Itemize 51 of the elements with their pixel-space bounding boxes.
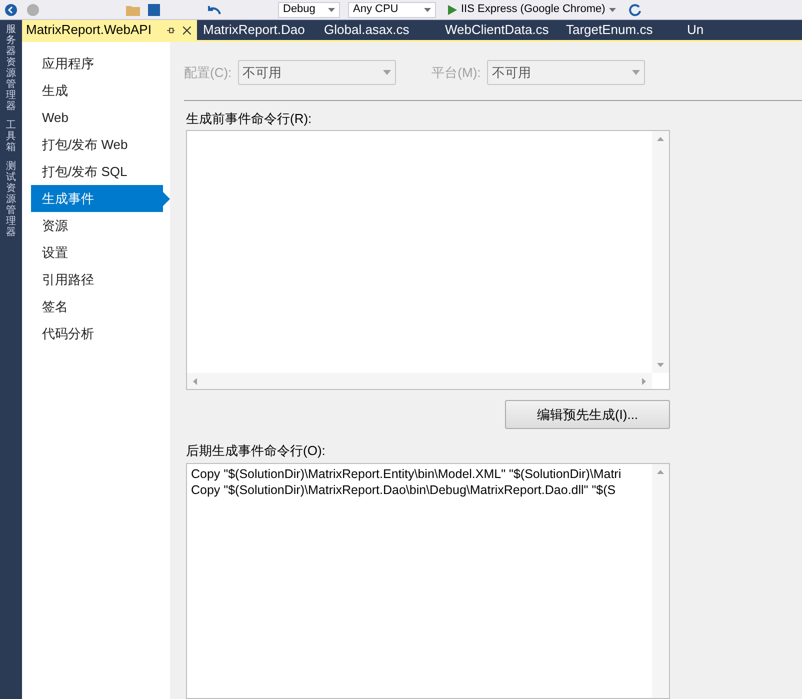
nav-item[interactable]: 打包/发布 Web — [31, 131, 163, 158]
field-label: 配置(C): — [184, 64, 232, 82]
nav-item[interactable]: 生成事件 — [31, 185, 163, 212]
document-tab[interactable]: WebClientData.cs — [439, 20, 560, 40]
forward-icon[interactable] — [26, 2, 40, 16]
save-icon[interactable] — [148, 4, 160, 16]
nav-item[interactable]: 生成 — [31, 77, 163, 104]
folder-icon[interactable] — [126, 4, 140, 16]
nav-item[interactable]: 打包/发布 SQL — [31, 158, 163, 185]
document-tab[interactable]: Global.asax.cs — [318, 20, 439, 40]
edit-prebuild-button[interactable]: 编辑预先生成(I)... — [505, 400, 670, 430]
side-panel-tab[interactable]: 测试资源管理器 — [6, 161, 16, 238]
scroll-left-icon[interactable] — [193, 378, 197, 385]
scroll-down-icon[interactable] — [657, 363, 664, 368]
nav-item[interactable]: 设置 — [31, 239, 163, 266]
caret-icon — [632, 70, 640, 76]
caret-icon — [328, 8, 335, 12]
side-panel-tab[interactable]: 工具箱 — [6, 120, 16, 153]
nav-item[interactable]: 引用路径 — [31, 266, 163, 293]
play-icon — [448, 4, 457, 14]
selection-arrow-icon — [163, 192, 170, 206]
document-tab[interactable]: Un — [681, 20, 802, 40]
field-label: 生成前事件命令行(R): — [186, 110, 313, 128]
scroll-up-icon[interactable] — [657, 470, 664, 474]
caret-icon — [382, 70, 391, 76]
nav-item[interactable]: 代码分析 — [31, 320, 163, 347]
nav-item[interactable]: 应用程序 — [31, 50, 163, 77]
command-textarea[interactable]: Copy "$(SolutionDir)\MatrixReport.Entity\bin\Model.XML" "$(SolutionDir)\Matri Copy "$(SolutionDir)\MatrixReport.Dao\bin\Debug\MatrixReport.Dao.dll" "$(S — [186, 462, 670, 699]
nav-item[interactable]: 签名 — [31, 293, 163, 320]
close-icon[interactable] — [183, 26, 191, 34]
nav-item[interactable]: Web — [31, 104, 163, 131]
document-tab[interactable]: MatrixReport.WebAPI — [22, 20, 197, 40]
platform-dropdown[interactable]: Any CPU — [348, 2, 436, 18]
field-label: 后期生成事件命令行(O): — [186, 442, 326, 460]
undo-icon[interactable] — [206, 4, 222, 16]
document-tab[interactable]: MatrixReport.Dao — [197, 20, 318, 40]
field-label: 平台(M): — [432, 64, 481, 82]
caret-icon — [424, 8, 431, 12]
run-button[interactable]: IIS Express (Google Chrome) — [444, 2, 620, 18]
caret-icon — [609, 8, 616, 12]
command-line: Copy "$(SolutionDir)\MatrixReport.Dao\bin\Debug\MatrixReport.Dao.dll" "$(S — [191, 482, 617, 498]
refresh-icon[interactable] — [628, 2, 642, 16]
scroll-up-icon[interactable] — [657, 137, 664, 142]
document-tab[interactable]: TargetEnum.cs — [560, 20, 681, 40]
nav-item[interactable]: 资源 — [31, 212, 163, 239]
command-line: Copy "$(SolutionDir)\MatrixReport.Entity\bin\Model.XML" "$(SolutionDir)\Matri — [191, 466, 622, 482]
scroll-right-icon[interactable] — [642, 378, 646, 385]
pin-icon[interactable] — [167, 26, 176, 34]
configuration-dropdown[interactable]: Debug — [278, 2, 340, 18]
side-panel-tab[interactable]: 服务器资源管理器 — [6, 24, 16, 112]
back-icon[interactable] — [4, 2, 18, 16]
